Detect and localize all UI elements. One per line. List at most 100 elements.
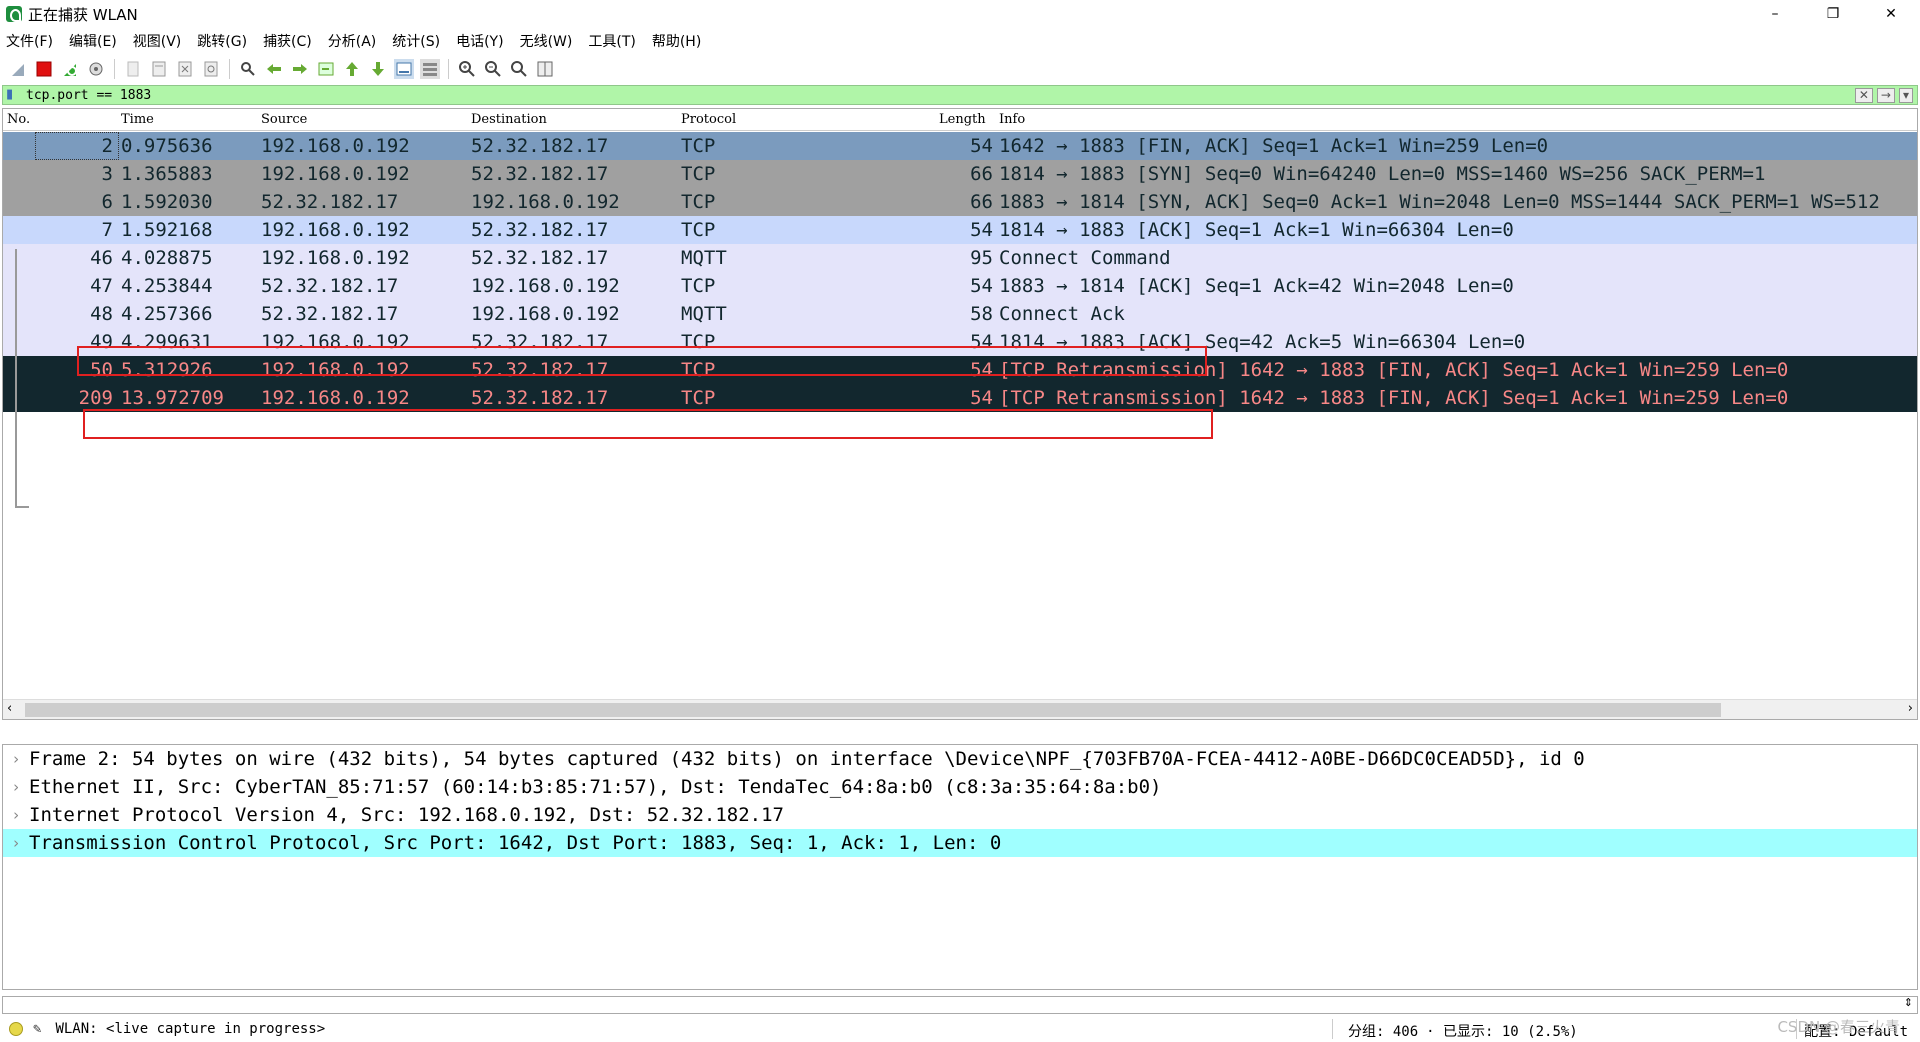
col-length[interactable]: Length (939, 112, 986, 127)
menu-view[interactable]: 视图(V) (133, 31, 182, 51)
highlight-box-connect-command (77, 346, 1207, 376)
packet-details: › Frame 2: 54 bytes on wire (432 bits), 5… (2, 744, 1918, 990)
save-file-icon[interactable] (149, 59, 169, 79)
last-packet-icon[interactable] (368, 59, 388, 79)
autoscroll-icon[interactable] (394, 59, 414, 79)
expand-arrow-icon[interactable]: › (3, 778, 29, 796)
close-button[interactable]: ✕ (1862, 0, 1920, 28)
packet-bytes[interactable]: ⇕ (2, 996, 1918, 1014)
packet-row[interactable]: 209 13.972709 192.168.0.192 52.32.182.17 TCP… (3, 384, 1917, 412)
menu-analyze[interactable]: 分析(A) (328, 31, 377, 51)
packet-row[interactable]: 3 1.365883 192.168.0.192 52.32.182.17 TCP 66 1… (3, 160, 1917, 188)
col-protocol[interactable]: Protocol (681, 112, 736, 127)
bookmark-icon[interactable]: ▮ (6, 87, 22, 103)
detail-row-tcp[interactable]: › Transmission Control Protocol, Src Port… (3, 829, 1917, 857)
window-title: 正在捕获 WLAN (28, 5, 138, 24)
capture-options-icon[interactable] (86, 59, 106, 79)
packet-length: 95 (970, 247, 993, 269)
packet-row[interactable]: 47 4.253844 52.32.182.17 192.168.0.192 TCP 54… (3, 272, 1917, 300)
packet-length: 54 (970, 135, 993, 157)
menu-go[interactable]: 跳转(G) (197, 31, 247, 51)
stop-capture-icon[interactable] (34, 59, 54, 79)
recent-filters-dropdown[interactable]: ▾ (1898, 87, 1913, 103)
col-no[interactable]: No. (7, 112, 30, 127)
apply-filter-button[interactable]: → (1876, 87, 1895, 103)
detail-text: Frame 2: 54 bytes on wire (432 bits), 54… (29, 748, 1585, 770)
menu-statistics[interactable]: 统计(S) (392, 31, 440, 51)
menu-help[interactable]: 帮助(H) (652, 31, 701, 51)
detail-row-ethernet[interactable]: › Ethernet II, Src: CyberTAN_85:71:57 (60… (3, 773, 1917, 801)
edit-comment-icon[interactable]: ✎ (33, 1021, 41, 1037)
title-bar: 正在捕获 WLAN – ❐ ✕ (0, 0, 1920, 28)
go-to-packet-icon[interactable] (316, 59, 336, 79)
menu-tools[interactable]: 工具(T) (588, 31, 635, 51)
filter-buttons: ✕ → ▾ (1854, 87, 1913, 103)
find-packet-icon[interactable] (238, 59, 258, 79)
packet-row[interactable]: 6 1.592030 52.32.182.17 192.168.0.192 TCP 66 1… (3, 188, 1917, 216)
bytes-scroll-icon[interactable]: ⇕ (1904, 996, 1913, 1009)
packet-row[interactable]: 46 4.028875 192.168.0.192 52.32.182.17 MQTT 9… (3, 244, 1917, 272)
resize-columns-icon[interactable] (535, 59, 555, 79)
detail-text: Transmission Control Protocol, Src Port:… (29, 832, 1002, 854)
toolbar-separator (229, 59, 230, 79)
detail-row-frame[interactable]: › Frame 2: 54 bytes on wire (432 bits), 5… (3, 745, 1917, 773)
packet-length: 54 (970, 387, 993, 409)
scroll-left-icon[interactable]: ‹ (7, 701, 12, 716)
menu-bar: 文件(F) 编辑(E) 视图(V) 跳转(G) 捕获(C) 分析(A) 统计(S… (0, 28, 1920, 54)
col-source[interactable]: Source (261, 112, 307, 127)
go-back-icon[interactable] (264, 59, 284, 79)
packet-info: 1642 → 1883 [FIN, ACK] Seq=1 Ack=1 Win=2… (999, 135, 1549, 157)
capture-status-icon[interactable] (9, 1022, 23, 1036)
menu-telephony[interactable]: 电话(Y) (456, 31, 503, 51)
zoom-in-icon[interactable] (457, 59, 477, 79)
detail-row-ipv4[interactable]: › Internet Protocol Version 4, Src: 192.1… (3, 801, 1917, 829)
minimize-button[interactable]: – (1746, 0, 1804, 28)
status-separator (1332, 1019, 1333, 1039)
scroll-right-icon[interactable]: › (1908, 701, 1913, 716)
window-controls: – ❐ ✕ (1746, 0, 1920, 28)
open-file-icon[interactable] (123, 59, 143, 79)
packet-row[interactable]: 48 4.257366 52.32.182.17 192.168.0.192 MQTT 5… (3, 300, 1917, 328)
expand-arrow-icon[interactable]: › (3, 806, 29, 824)
menu-wireless[interactable]: 无线(W) (520, 31, 573, 51)
packet-row[interactable]: 7 1.592168 192.168.0.192 52.32.182.17 TCP 54 1… (3, 216, 1917, 244)
close-file-icon[interactable] (175, 59, 195, 79)
first-packet-icon[interactable] (342, 59, 362, 79)
watermark: CSDN @春三火青 (1777, 1018, 1900, 1036)
detail-text: Internet Protocol Version 4, Src: 192.16… (29, 804, 784, 826)
conversation-tree-line (15, 249, 17, 507)
restart-capture-icon[interactable] (60, 59, 80, 79)
menu-file[interactable]: 文件(F) (6, 31, 53, 51)
col-time[interactable]: Time (121, 112, 154, 127)
start-capture-icon[interactable] (8, 59, 28, 79)
display-filter-input[interactable]: tcp.port == 1883 (26, 88, 1855, 103)
horizontal-scrollbar[interactable]: ‹ › (3, 699, 1917, 719)
packet-list: No. Time Source Destination Protocol Len… (2, 108, 1918, 720)
colorize-icon[interactable] (420, 59, 440, 79)
col-info[interactable]: Info (999, 112, 1025, 127)
packet-info: Connect Ack (999, 303, 1125, 325)
packet-length: 58 (970, 303, 993, 325)
packet-row[interactable]: 2 0.975636 192.168.0.192 52.32.182.17 TCP 54 1… (3, 132, 1917, 160)
col-destination[interactable]: Destination (471, 112, 547, 127)
zoom-out-icon[interactable] (483, 59, 503, 79)
highlight-box-connect-ack (83, 409, 1213, 439)
expand-arrow-icon[interactable]: › (3, 750, 29, 768)
menu-capture[interactable]: 捕获(C) (263, 31, 312, 51)
clear-filter-button[interactable]: ✕ (1854, 87, 1873, 103)
packet-length: 66 (970, 163, 993, 185)
packet-info: Connect Command (999, 247, 1171, 269)
scrollbar-thumb[interactable] (25, 703, 1721, 717)
packet-info: 1883 → 1814 [SYN, ACK] Seq=0 Ack=1 Win=2… (999, 191, 1880, 213)
menu-edit[interactable]: 编辑(E) (69, 31, 117, 51)
display-filter-bar: ▮ tcp.port == 1883 ✕ → ▾ + (2, 85, 1918, 105)
packet-length: 54 (970, 219, 993, 241)
go-forward-icon[interactable] (290, 59, 310, 79)
main-toolbar (0, 54, 1920, 84)
packet-length: 66 (970, 191, 993, 213)
normal-size-icon[interactable] (509, 59, 529, 79)
packet-list-header: No. Time Source Destination Protocol Len… (3, 109, 1917, 131)
reload-file-icon[interactable] (201, 59, 221, 79)
restore-button[interactable]: ❐ (1804, 0, 1862, 28)
expand-arrow-icon[interactable]: › (3, 834, 29, 852)
